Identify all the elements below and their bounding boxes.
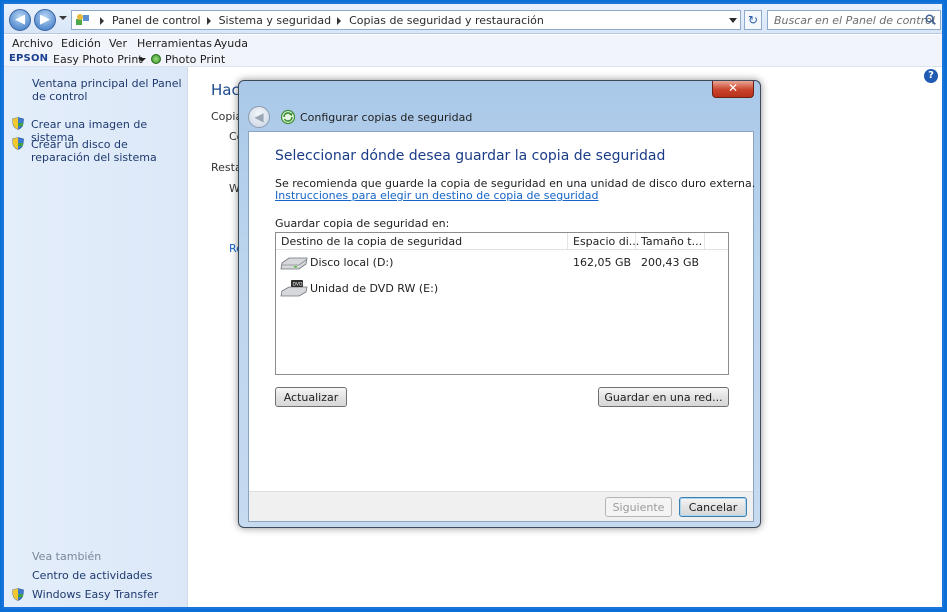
column-total-size[interactable]: Tamaño t... [641, 235, 702, 248]
list-item[interactable]: DVD Unidad de DVD RW (E:) [276, 277, 728, 301]
breadcrumb-separator-icon[interactable] [100, 16, 104, 25]
refresh-button[interactable]: ↻ [744, 10, 762, 30]
save-to-label: Guardar copia de seguridad en: [275, 217, 450, 230]
column-divider[interactable] [567, 233, 568, 249]
column-divider[interactable] [704, 233, 705, 249]
arrow-left-icon: ◀ [15, 12, 25, 27]
menu-ayuda[interactable]: Ayuda [214, 37, 248, 50]
shield-icon [12, 137, 24, 150]
back-button[interactable]: ◀ [248, 106, 270, 128]
menu-bar: Archivo Edición Ver Herramientas Ayuda [4, 35, 942, 52]
arrow-left-icon: ◀ [254, 110, 264, 124]
destination-list[interactable]: Destino de la copia de seguridad Espacio… [275, 232, 729, 375]
navigation-bar: ◀ ▶ Panel de control Sistema y seguridad C… [4, 4, 942, 34]
sidebar-link-easy-transfer[interactable]: Windows Easy Transfer [32, 588, 158, 601]
menu-archivo[interactable]: Archivo [12, 37, 53, 50]
task-pane: Ventana principal del Panel de control C… [4, 67, 188, 607]
dialog-title: Configurar copias de seguridad [300, 111, 473, 124]
breadcrumb-separator-icon[interactable] [337, 16, 342, 25]
shield-icon [12, 588, 24, 601]
breadcrumb: Panel de control Sistema y seguridad Copia… [94, 14, 544, 27]
menu-ver[interactable]: Ver [109, 37, 127, 50]
hard-drive-icon [280, 257, 308, 270]
epson-toolbar: EPSON Easy Photo Print Photo Print [4, 52, 942, 67]
list-item[interactable]: Disco local (D:) 162,05 GB 200,43 GB [276, 251, 728, 275]
backup-setup-dialog: ✕ ◀ Configurar copias de seguridad Selec… [238, 80, 761, 528]
destination-help-link[interactable]: Instrucciones para elegir un destino de … [275, 189, 599, 202]
photo-print-button[interactable]: Photo Print [165, 53, 225, 66]
epson-logo: EPSON [9, 53, 49, 64]
easy-photo-print-button[interactable]: Easy Photo Print [53, 53, 143, 66]
breadcrumb-sistema-y-seguridad[interactable]: Sistema y seguridad [219, 14, 332, 27]
cancel-button[interactable]: Cancelar [679, 497, 747, 517]
list-header: Destino de la copia de seguridad Espacio… [276, 233, 728, 250]
dialog-heading: Seleccionar dónde desea guardar la copia… [275, 148, 666, 164]
recent-pages-dropdown[interactable] [59, 16, 67, 20]
menu-herramientas[interactable]: Herramientas [137, 37, 212, 50]
column-free-space[interactable]: Espacio di... [573, 235, 639, 248]
search-input[interactable]: Buscar en el Panel de control [767, 10, 941, 30]
back-button[interactable]: ◀ [9, 9, 31, 31]
photo-print-icon [151, 54, 161, 64]
dialog-body: Seleccionar dónde desea guardar la copia… [248, 131, 755, 522]
menu-edicion[interactable]: Edición [61, 37, 101, 50]
refresh-button[interactable]: Actualizar [275, 387, 347, 407]
chevron-down-icon[interactable] [138, 58, 146, 62]
save-to-network-button[interactable]: Guardar en una red... [598, 387, 729, 407]
column-destination[interactable]: Destino de la copia de seguridad [281, 235, 462, 248]
help-icon[interactable]: ? [924, 69, 938, 83]
sidebar-link-disco-reparacion[interactable]: Crear un disco de reparación del sistema [31, 138, 181, 164]
search-placeholder: Buscar en el Panel de control [774, 14, 935, 27]
column-divider[interactable] [635, 233, 636, 249]
see-also-heading: Vea también [32, 550, 102, 563]
control-panel-icon [76, 14, 89, 25]
svg-text:DVD: DVD [293, 282, 303, 288]
refresh-icon: ↻ [747, 13, 759, 27]
destination-name: Unidad de DVD RW (E:) [310, 282, 439, 295]
free-space-value: 162,05 GB [573, 256, 632, 269]
dialog-footer: Siguiente Cancelar [249, 491, 753, 521]
backup-icon [280, 109, 296, 125]
breadcrumb-panel-de-control[interactable]: Panel de control [112, 14, 201, 27]
destination-name: Disco local (D:) [310, 256, 394, 269]
search-icon [925, 14, 936, 25]
chevron-down-icon[interactable] [729, 18, 737, 23]
next-button[interactable]: Siguiente [605, 497, 672, 517]
forward-button[interactable]: ▶ [34, 9, 56, 31]
arrow-right-icon: ▶ [40, 12, 50, 27]
address-bar[interactable]: Panel de control Sistema y seguridad Copia… [71, 10, 741, 30]
total-size-value: 200,43 GB [641, 256, 700, 269]
breadcrumb-separator-icon[interactable] [206, 16, 211, 25]
close-button[interactable]: ✕ [712, 81, 754, 98]
dvd-drive-icon: DVD [280, 280, 308, 297]
sidebar-link-centro-actividades[interactable]: Centro de actividades [32, 569, 152, 582]
shield-icon [12, 117, 24, 130]
breadcrumb-copias-de-seguridad[interactable]: Copias de seguridad y restauración [349, 14, 544, 27]
sidebar-link-panel-principal[interactable]: Ventana principal del Panel de control [32, 77, 187, 103]
